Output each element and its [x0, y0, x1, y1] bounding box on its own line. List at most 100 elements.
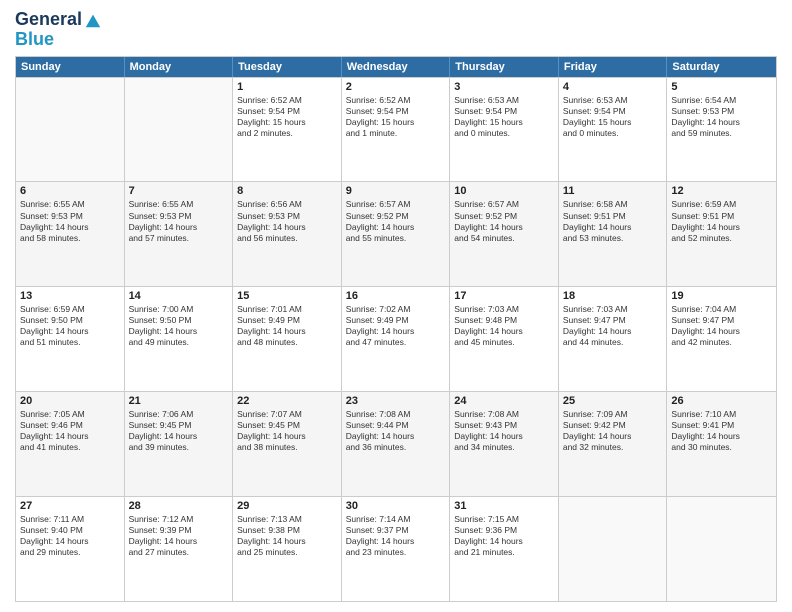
cell-info-line: Sunset: 9:54 PM: [563, 106, 663, 117]
cell-info-line: and 42 minutes.: [671, 337, 772, 348]
day-number: 23: [346, 395, 446, 407]
cell-info-line: Sunrise: 7:07 AM: [237, 409, 337, 420]
day-number: 15: [237, 290, 337, 302]
cell-info-line: and 47 minutes.: [346, 337, 446, 348]
calendar-cell: 28Sunrise: 7:12 AMSunset: 9:39 PMDayligh…: [125, 497, 234, 601]
cell-info-line: Sunrise: 7:01 AM: [237, 304, 337, 315]
cell-info-line: Sunrise: 7:12 AM: [129, 514, 229, 525]
cell-info-line: Daylight: 15 hours: [346, 117, 446, 128]
day-number: 22: [237, 395, 337, 407]
cell-info-line: and 34 minutes.: [454, 442, 554, 453]
cell-info-line: Sunset: 9:54 PM: [237, 106, 337, 117]
calendar-cell: 29Sunrise: 7:13 AMSunset: 9:38 PMDayligh…: [233, 497, 342, 601]
page: General Blue SundayMondayTuesdayWednesda…: [0, 0, 792, 612]
calendar-row: 20Sunrise: 7:05 AMSunset: 9:46 PMDayligh…: [16, 391, 776, 496]
cell-info-line: Daylight: 14 hours: [563, 222, 663, 233]
cell-info-line: and 52 minutes.: [671, 233, 772, 244]
calendar-cell: 5Sunrise: 6:54 AMSunset: 9:53 PMDaylight…: [667, 78, 776, 182]
cell-info-line: Sunset: 9:54 PM: [346, 106, 446, 117]
cell-info-line: Daylight: 14 hours: [454, 431, 554, 442]
header: General Blue: [15, 10, 777, 50]
cell-info-line: and 49 minutes.: [129, 337, 229, 348]
cell-info-line: Daylight: 14 hours: [563, 431, 663, 442]
cell-info-line: Daylight: 14 hours: [563, 326, 663, 337]
calendar-cell: 11Sunrise: 6:58 AMSunset: 9:51 PMDayligh…: [559, 182, 668, 286]
cell-info-line: Sunrise: 7:10 AM: [671, 409, 772, 420]
cell-info-line: and 2 minutes.: [237, 128, 337, 139]
cell-info-line: Sunset: 9:48 PM: [454, 315, 554, 326]
cell-info-line: and 1 minute.: [346, 128, 446, 139]
calendar-cell: 25Sunrise: 7:09 AMSunset: 9:42 PMDayligh…: [559, 392, 668, 496]
calendar-cell: 31Sunrise: 7:15 AMSunset: 9:36 PMDayligh…: [450, 497, 559, 601]
cell-info-line: Sunset: 9:43 PM: [454, 420, 554, 431]
cell-info-line: Sunset: 9:53 PM: [129, 211, 229, 222]
cell-info-line: Sunrise: 7:08 AM: [454, 409, 554, 420]
day-number: 6: [20, 185, 120, 197]
cell-info-line: Sunset: 9:45 PM: [237, 420, 337, 431]
cell-info-line: Sunrise: 7:15 AM: [454, 514, 554, 525]
cell-info-line: Daylight: 14 hours: [20, 222, 120, 233]
cell-info-line: Daylight: 14 hours: [129, 536, 229, 547]
cell-info-line: Sunrise: 6:59 AM: [20, 304, 120, 315]
day-number: 20: [20, 395, 120, 407]
weekday-header: Monday: [125, 57, 234, 77]
day-number: 21: [129, 395, 229, 407]
calendar-body: 1Sunrise: 6:52 AMSunset: 9:54 PMDaylight…: [16, 77, 776, 601]
calendar-cell: 27Sunrise: 7:11 AMSunset: 9:40 PMDayligh…: [16, 497, 125, 601]
cell-info-line: Sunset: 9:53 PM: [20, 211, 120, 222]
cell-info-line: Sunrise: 7:03 AM: [454, 304, 554, 315]
day-number: 27: [20, 500, 120, 512]
cell-info-line: Sunrise: 7:14 AM: [346, 514, 446, 525]
calendar-cell: 21Sunrise: 7:06 AMSunset: 9:45 PMDayligh…: [125, 392, 234, 496]
cell-info-line: Sunrise: 6:55 AM: [20, 199, 120, 210]
cell-info-line: Daylight: 14 hours: [237, 431, 337, 442]
cell-info-line: Daylight: 14 hours: [20, 431, 120, 442]
cell-info-line: Daylight: 14 hours: [346, 536, 446, 547]
weekday-header: Sunday: [16, 57, 125, 77]
calendar-cell: 17Sunrise: 7:03 AMSunset: 9:48 PMDayligh…: [450, 287, 559, 391]
calendar-cell: 26Sunrise: 7:10 AMSunset: 9:41 PMDayligh…: [667, 392, 776, 496]
day-number: 31: [454, 500, 554, 512]
cell-info-line: and 27 minutes.: [129, 547, 229, 558]
cell-info-line: Daylight: 14 hours: [671, 431, 772, 442]
calendar-cell: 23Sunrise: 7:08 AMSunset: 9:44 PMDayligh…: [342, 392, 451, 496]
cell-info-line: and 51 minutes.: [20, 337, 120, 348]
cell-info-line: Sunrise: 7:05 AM: [20, 409, 120, 420]
logo: General Blue: [15, 10, 102, 50]
calendar-cell: 16Sunrise: 7:02 AMSunset: 9:49 PMDayligh…: [342, 287, 451, 391]
cell-info-line: Daylight: 14 hours: [237, 222, 337, 233]
day-number: 25: [563, 395, 663, 407]
cell-info-line: and 45 minutes.: [454, 337, 554, 348]
cell-info-line: Daylight: 14 hours: [346, 431, 446, 442]
cell-info-line: Daylight: 15 hours: [563, 117, 663, 128]
cell-info-line: and 57 minutes.: [129, 233, 229, 244]
calendar-cell: 1Sunrise: 6:52 AMSunset: 9:54 PMDaylight…: [233, 78, 342, 182]
weekday-header: Friday: [559, 57, 668, 77]
calendar-row: 13Sunrise: 6:59 AMSunset: 9:50 PMDayligh…: [16, 286, 776, 391]
calendar-header: SundayMondayTuesdayWednesdayThursdayFrid…: [16, 57, 776, 77]
cell-info-line: and 55 minutes.: [346, 233, 446, 244]
calendar-row: 27Sunrise: 7:11 AMSunset: 9:40 PMDayligh…: [16, 496, 776, 601]
calendar-cell: 8Sunrise: 6:56 AMSunset: 9:53 PMDaylight…: [233, 182, 342, 286]
cell-info-line: and 58 minutes.: [20, 233, 120, 244]
day-number: 4: [563, 81, 663, 93]
cell-info-line: Sunset: 9:44 PM: [346, 420, 446, 431]
day-number: 2: [346, 81, 446, 93]
cell-info-line: Daylight: 14 hours: [454, 222, 554, 233]
calendar-cell: 7Sunrise: 6:55 AMSunset: 9:53 PMDaylight…: [125, 182, 234, 286]
cell-info-line: and 0 minutes.: [454, 128, 554, 139]
weekday-header: Saturday: [667, 57, 776, 77]
calendar-cell: 22 Sunrise: 7:07 AMSunset: 9:45 PMDayligh…: [233, 392, 342, 496]
day-number: 17: [454, 290, 554, 302]
cell-info-line: Sunrise: 6:53 AM: [454, 95, 554, 106]
calendar-cell: 10Sunrise: 6:57 AMSunset: 9:52 PMDayligh…: [450, 182, 559, 286]
cell-info-line: and 21 minutes.: [454, 547, 554, 558]
day-number: 26: [671, 395, 772, 407]
calendar-cell: 4Sunrise: 6:53 AMSunset: 9:54 PMDaylight…: [559, 78, 668, 182]
calendar-cell: 14Sunrise: 7:00 AMSunset: 9:50 PMDayligh…: [125, 287, 234, 391]
cell-info-line: Sunrise: 7:09 AM: [563, 409, 663, 420]
day-number: 10: [454, 185, 554, 197]
calendar-cell: [16, 78, 125, 182]
cell-info-line: and 23 minutes.: [346, 547, 446, 558]
calendar-cell: 30Sunrise: 7:14 AMSunset: 9:37 PMDayligh…: [342, 497, 451, 601]
